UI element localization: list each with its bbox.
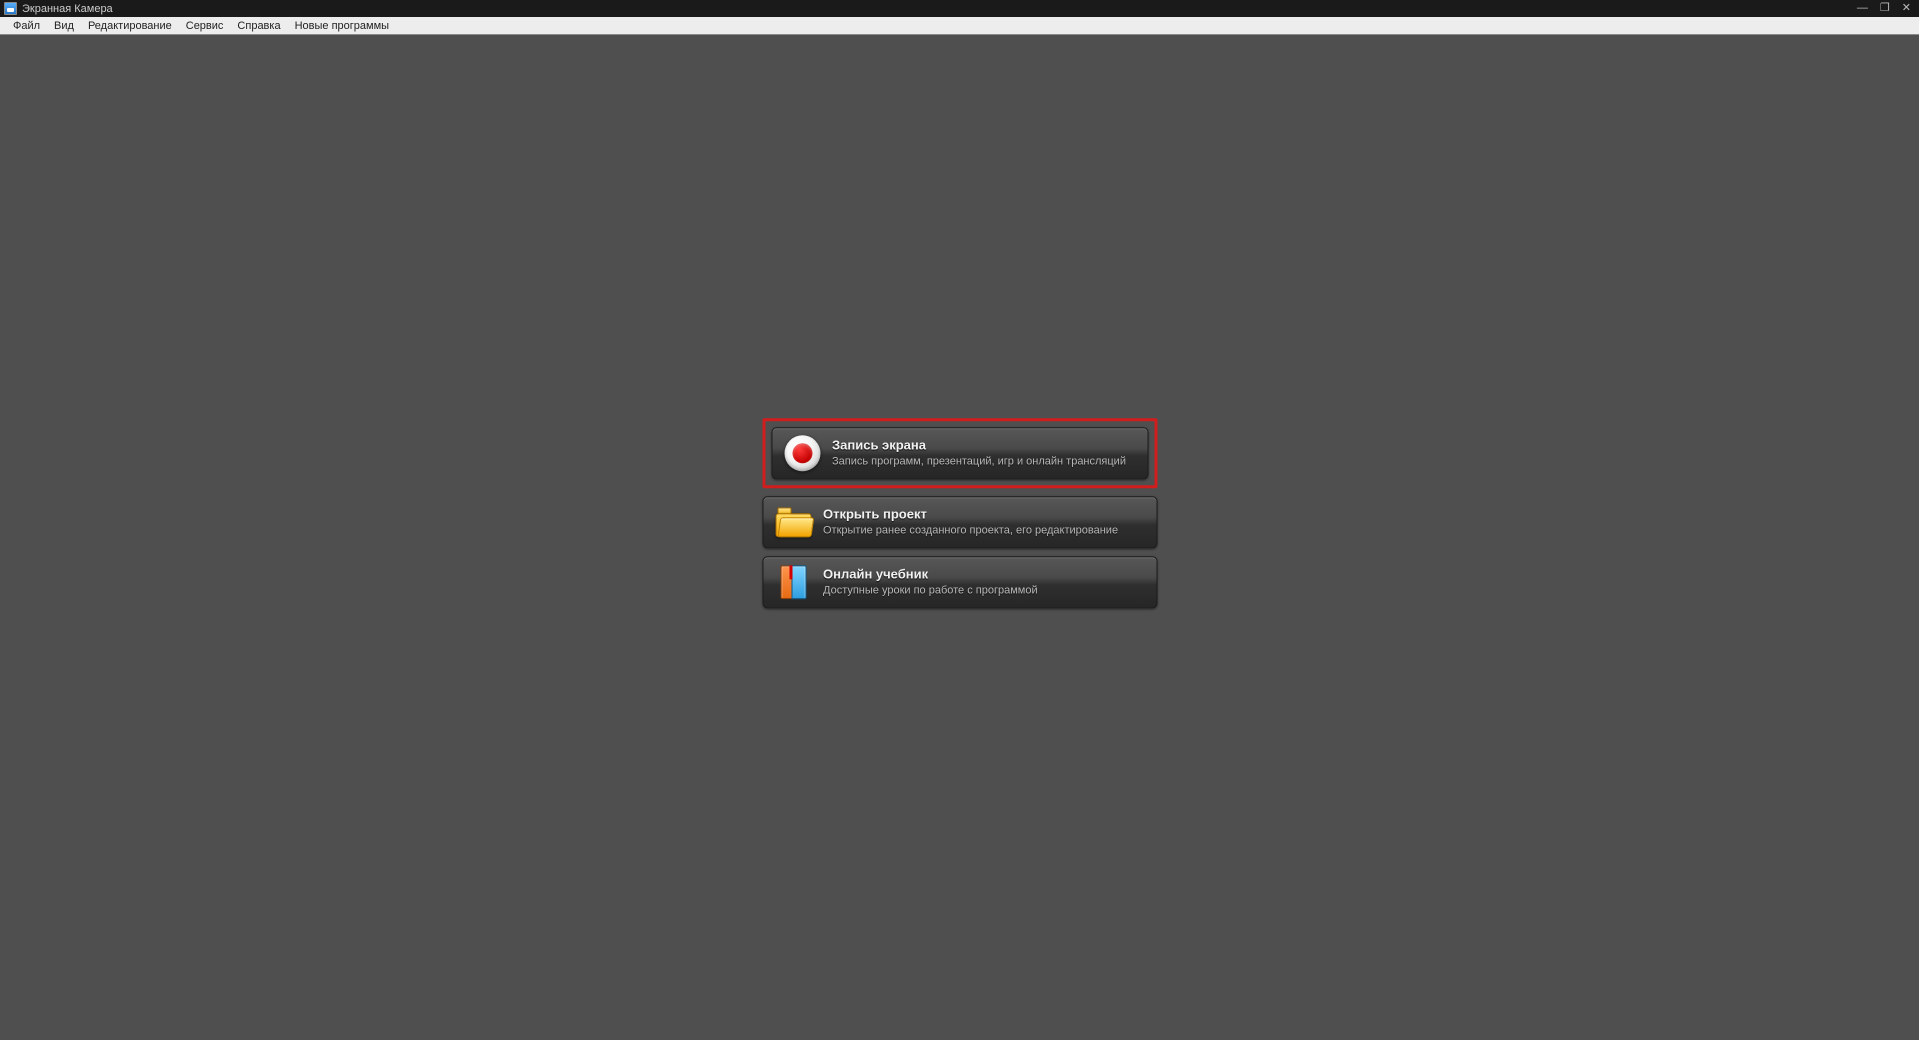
menu-help[interactable]: Справка xyxy=(230,19,287,33)
open-project-button[interactable]: Открыть проект Открытие ранее созданного… xyxy=(762,496,1157,548)
titlebar: Экранная Камера — ❐ ✕ xyxy=(0,0,1919,17)
window-controls: — ❐ ✕ xyxy=(1857,3,1915,14)
content-area: Запись экрана Запись программ, презентац… xyxy=(0,35,1919,1040)
record-icon xyxy=(782,433,822,473)
menu-view[interactable]: Вид xyxy=(47,19,81,33)
tutorial-title: Онлайн учебник xyxy=(823,566,1038,582)
record-subtitle: Запись программ, презентаций, игр и онла… xyxy=(832,455,1126,468)
record-title: Запись экрана xyxy=(832,437,1126,453)
welcome-button-stack: Запись экрана Запись программ, презентац… xyxy=(762,418,1157,608)
menu-new[interactable]: Новые программы xyxy=(288,19,396,33)
close-button[interactable]: ✕ xyxy=(1902,3,1911,14)
menubar: Файл Вид Редактирование Сервис Справка Н… xyxy=(0,17,1919,35)
menu-file[interactable]: Файл xyxy=(6,19,47,33)
window-title: Экранная Камера xyxy=(22,3,113,15)
open-subtitle: Открытие ранее созданного проекта, его р… xyxy=(823,524,1118,537)
book-icon xyxy=(773,562,813,602)
record-highlight-frame: Запись экрана Запись программ, презентац… xyxy=(762,418,1157,488)
online-tutorial-button[interactable]: Онлайн учебник Доступные уроки по работе… xyxy=(762,556,1157,608)
minimize-button[interactable]: — xyxy=(1857,3,1868,14)
record-screen-button[interactable]: Запись экрана Запись программ, презентац… xyxy=(771,427,1148,479)
app-icon xyxy=(4,2,17,15)
maximize-button[interactable]: ❐ xyxy=(1880,3,1890,14)
menu-edit[interactable]: Редактирование xyxy=(81,19,179,33)
folder-icon xyxy=(773,502,813,542)
open-title: Открыть проект xyxy=(823,506,1118,522)
menu-service[interactable]: Сервис xyxy=(179,19,231,33)
tutorial-subtitle: Доступные уроки по работе с программой xyxy=(823,584,1038,597)
